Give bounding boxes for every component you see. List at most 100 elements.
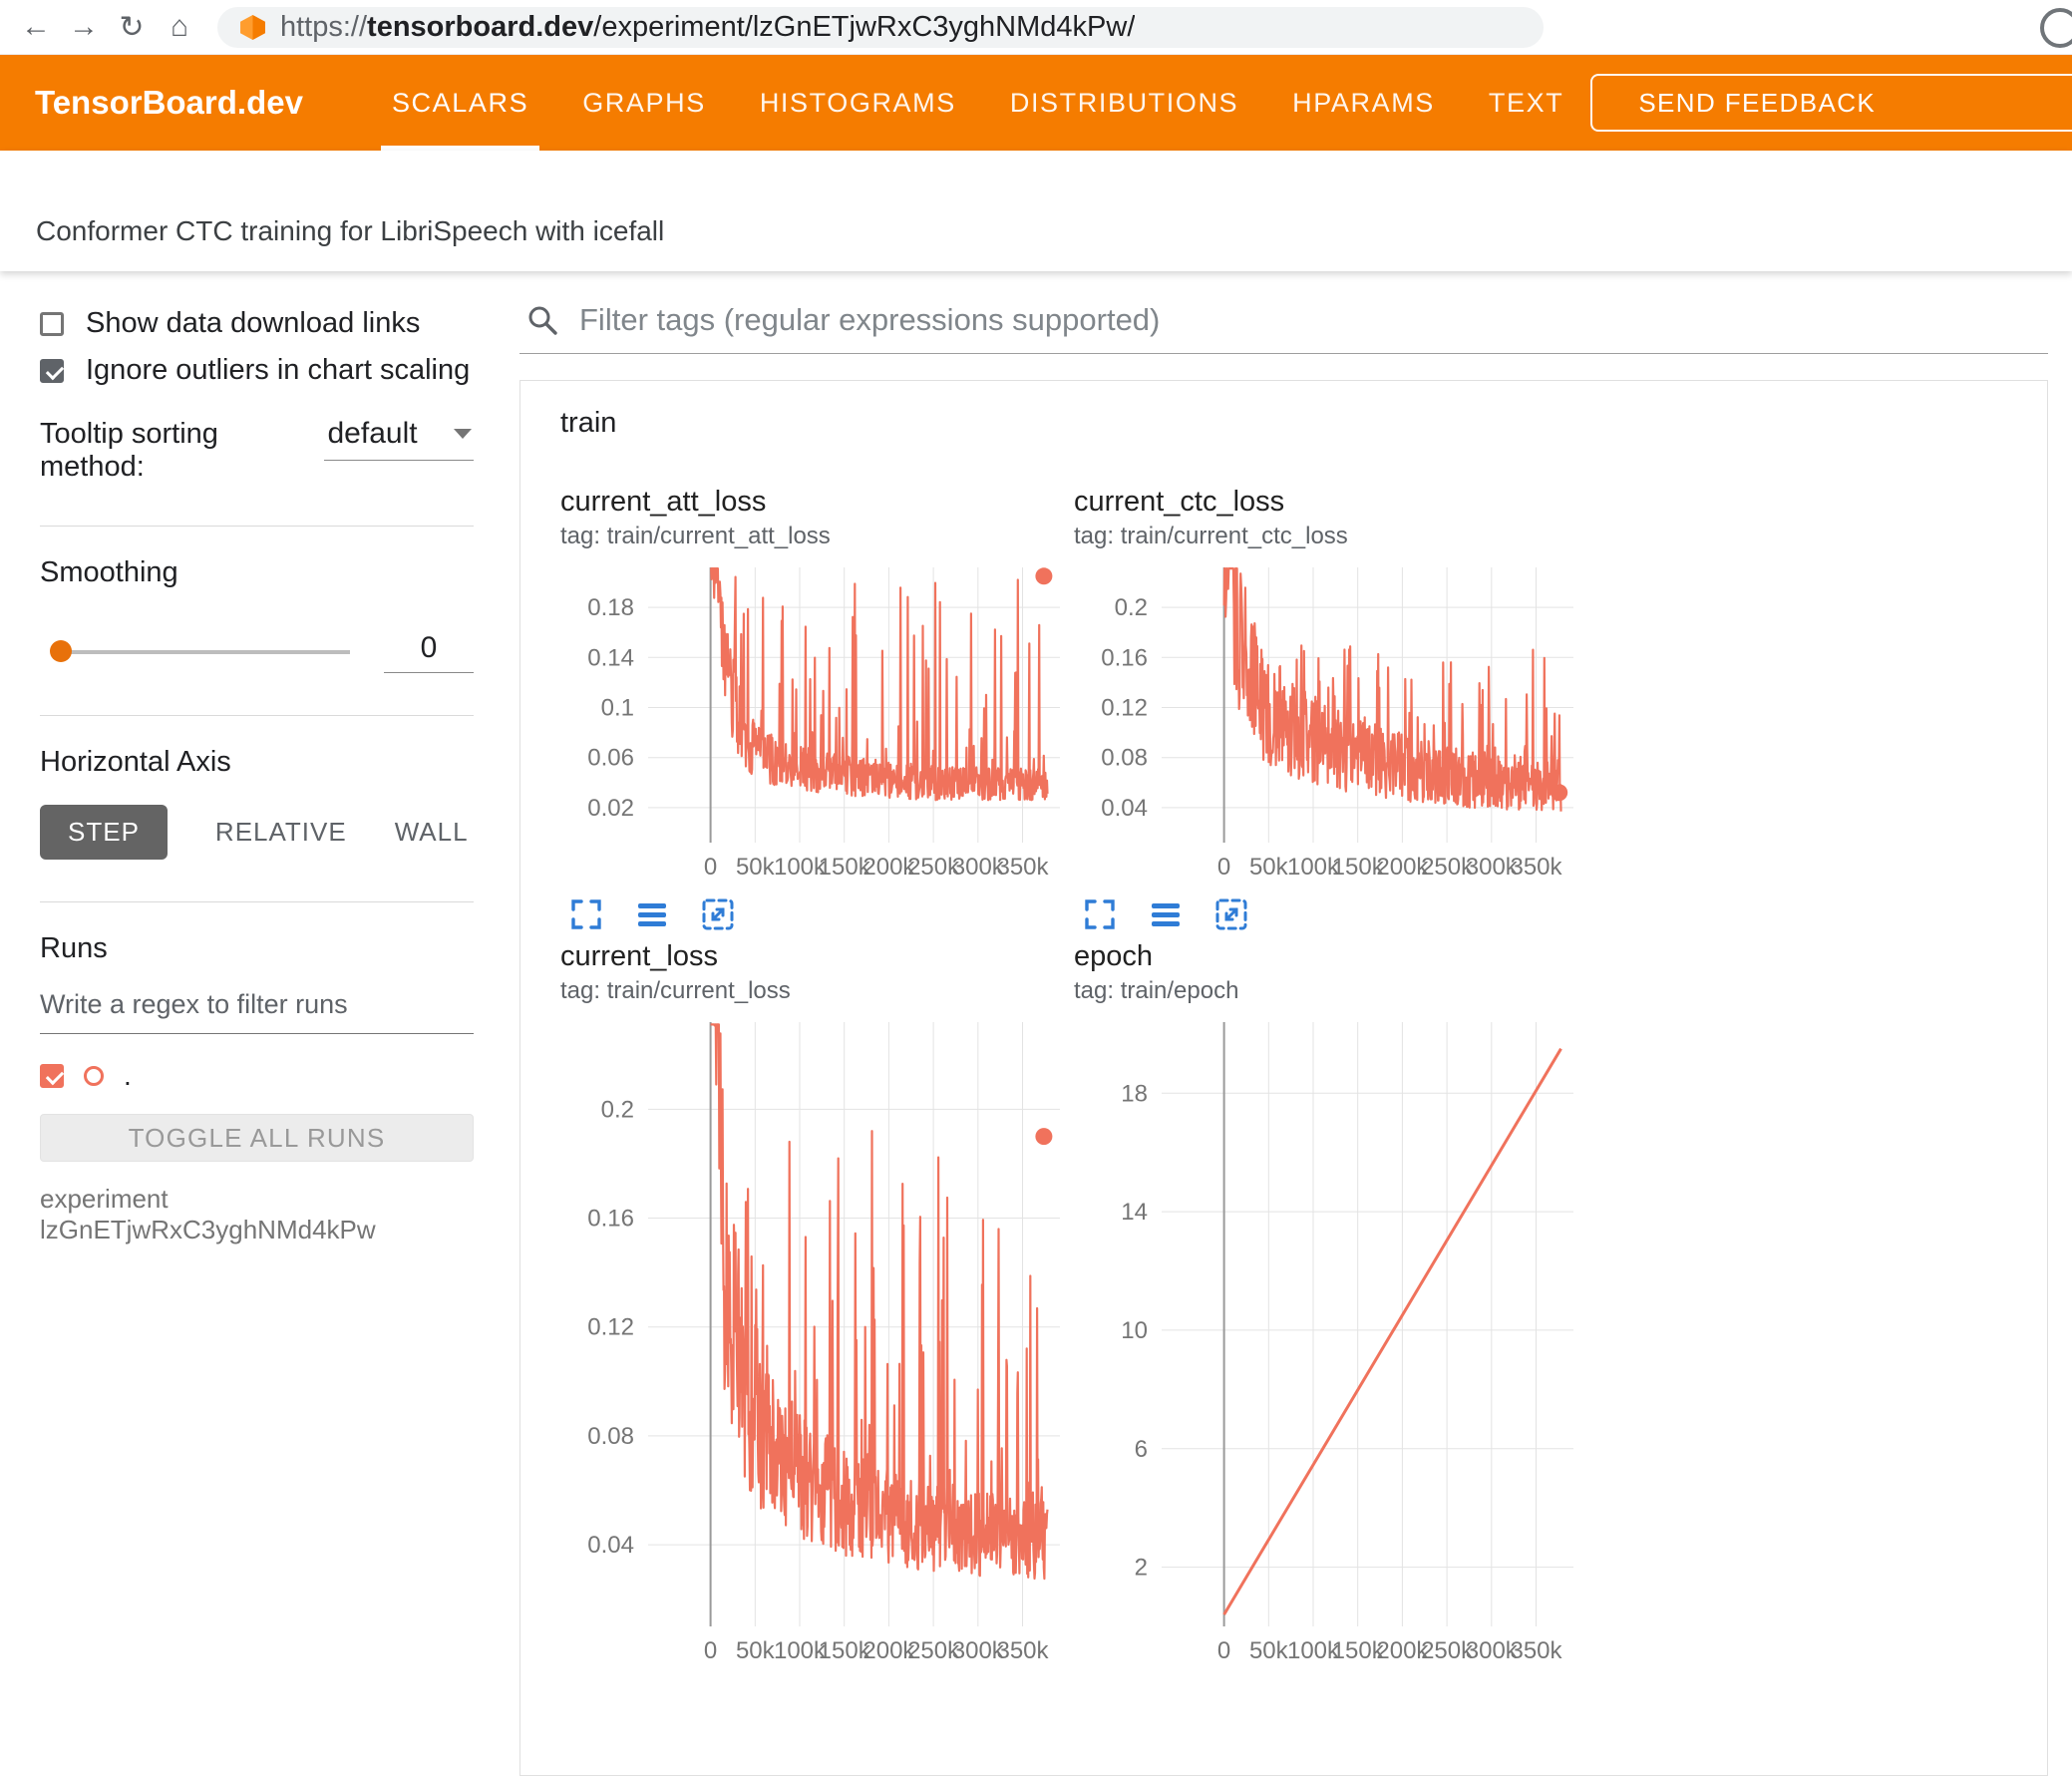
tab-hparams[interactable]: HPARAMS	[1265, 55, 1462, 151]
chart-plot[interactable]: 0 50k 100k150k200k250k300k350k26101418	[1074, 1012, 1587, 1670]
chart-toolbar	[568, 896, 1074, 932]
browser-chrome: ← → ↻ ⌂ https://tensorboard.dev/experime…	[0, 0, 2072, 55]
toggle-all-runs-button[interactable]: TOGGLE ALL RUNS	[40, 1114, 474, 1162]
experiment-title: Conformer CTC training for LibriSpeech w…	[36, 215, 665, 246]
filter-tags-input[interactable]	[577, 301, 2042, 339]
fit-domain-icon[interactable]	[1213, 896, 1249, 932]
reload-icon[interactable]: ↻	[108, 10, 156, 45]
profile-avatar[interactable]	[2040, 8, 2072, 48]
back-icon[interactable]: ←	[12, 10, 60, 44]
show-download-row: Show data download links	[40, 307, 474, 340]
tab-histograms[interactable]: HISTOGRAMS	[733, 55, 983, 151]
settings-sidebar: Show data download links Ignore outliers…	[0, 271, 504, 1661]
axis-relative-button[interactable]: RELATIVE	[215, 805, 347, 860]
run-checkbox[interactable]	[40, 1064, 64, 1088]
svg-text:350k: 350k	[996, 1637, 1049, 1664]
svg-text:0.2: 0.2	[601, 1096, 634, 1123]
log-scale-icon[interactable]	[634, 896, 670, 932]
ignore-outliers-checkbox[interactable]	[40, 358, 64, 383]
chart-plot[interactable]: 0 50k 100k150k200k250k300k350k0.040.080.12…	[1074, 557, 1587, 887]
tab-label: SCALARS	[391, 87, 529, 118]
tooltip-sorting-value: default	[327, 417, 418, 450]
charts-grid: current_att_loss tag: train/current_att_…	[560, 486, 2047, 1670]
show-download-checkbox[interactable]	[40, 311, 64, 336]
tab-distributions[interactable]: DISTRIBUTIONS	[983, 55, 1265, 151]
divider	[40, 901, 474, 902]
runs-label: Runs	[40, 932, 108, 964]
address-bar[interactable]: https://tensorboard.dev/experiment/lzGnE…	[217, 6, 1544, 48]
svg-text:0.04: 0.04	[1101, 795, 1148, 822]
chart-title: current_loss	[560, 940, 718, 972]
svg-text:2: 2	[1135, 1555, 1148, 1582]
divider	[40, 715, 474, 716]
svg-text:6: 6	[1135, 1436, 1148, 1463]
show-download-label: Show data download links	[86, 307, 421, 339]
chart-plot[interactable]: 0 50k 100k150k200k250k300k350k0.040.080.12…	[560, 1012, 1074, 1670]
svg-text:0: 0	[1217, 854, 1230, 881]
chart-plot[interactable]: 0 50k 100k150k200k250k300k350k0.020.060.10…	[560, 557, 1074, 887]
chart-current-att-loss: current_att_loss tag: train/current_att_…	[560, 486, 1074, 940]
svg-text:50k: 50k	[1249, 1637, 1289, 1664]
tooltip-sorting-dropdown[interactable]: default	[323, 417, 474, 461]
smoothing-label: Smoothing	[40, 556, 178, 588]
tab-scalars[interactable]: SCALARS	[365, 55, 555, 151]
chart-title: current_ctc_loss	[1074, 486, 1285, 518]
expand-chart-icon[interactable]	[1082, 896, 1118, 932]
tooltip-sorting-label: Tooltip sorting method:	[40, 418, 218, 483]
smoothing-slider-row: 0	[40, 631, 474, 673]
svg-text:50k: 50k	[736, 1637, 776, 1664]
svg-text:350k: 350k	[1510, 854, 1562, 881]
axis-wall-button[interactable]: WALL	[395, 805, 469, 860]
url-domain: tensorboard.dev	[367, 10, 594, 43]
chart-epoch: epoch tag: train/epoch 0 50k 100k 150k 200k 2…	[1074, 940, 1587, 1670]
experiment-id-label: experiment lzGnETjwRxC3yghNMd4kPw	[40, 1184, 376, 1244]
card-title[interactable]: train	[560, 407, 2047, 440]
svg-text:0.2: 0.2	[1115, 594, 1148, 621]
app-logo: TensorBoard.dev	[35, 84, 303, 121]
run-color-swatch	[84, 1066, 104, 1086]
svg-text:0.06: 0.06	[587, 745, 634, 772]
svg-text:0.16: 0.16	[587, 1206, 634, 1233]
horizontal-axis-label: Horizontal Axis	[40, 746, 231, 778]
app-header: TensorBoard.dev SCALARS GRAPHS HISTOGRAM…	[0, 55, 2072, 151]
send-feedback-button[interactable]: SEND FEEDBACK	[1590, 74, 2072, 132]
svg-text:0.12: 0.12	[1101, 695, 1148, 722]
svg-text:50k: 50k	[736, 854, 776, 881]
url-text: https://tensorboard.dev/experiment/lzGnE…	[280, 11, 1135, 44]
chart-toolbar	[1082, 896, 1587, 932]
chart-tag: tag: train/current_ctc_loss	[1074, 523, 1348, 549]
run-name: .	[124, 1060, 132, 1091]
tooltip-sorting-row: Tooltip sorting method: default	[40, 417, 474, 484]
chart-current-ctc-loss: current_ctc_loss tag: train/current_ctc_…	[1074, 486, 1587, 940]
tensorboard-favicon	[239, 14, 266, 41]
tab-graphs[interactable]: GRAPHS	[555, 55, 733, 151]
log-scale-icon[interactable]	[1148, 896, 1184, 932]
tab-label: HISTOGRAMS	[759, 87, 956, 118]
chart-tag: tag: train/current_loss	[560, 977, 791, 1004]
horizontal-axis-buttons: STEP RELATIVE WALL	[40, 805, 474, 860]
main-nav: SCALARS GRAPHS HISTOGRAMS DISTRIBUTIONS …	[365, 55, 1590, 151]
axis-step-button[interactable]: STEP	[40, 805, 168, 860]
forward-icon[interactable]: →	[60, 10, 108, 44]
tab-label: GRAPHS	[582, 87, 706, 118]
expand-chart-icon[interactable]	[568, 896, 604, 932]
tab-text[interactable]: TEXT	[1462, 55, 1590, 151]
svg-text:0.08: 0.08	[587, 1423, 634, 1450]
svg-text:0.16: 0.16	[1101, 644, 1148, 671]
smoothing-value[interactable]: 0	[384, 631, 474, 673]
tab-label: TEXT	[1488, 87, 1564, 118]
svg-text:14: 14	[1121, 1199, 1148, 1226]
svg-text:0.04: 0.04	[587, 1532, 634, 1559]
slider-thumb[interactable]	[50, 640, 72, 662]
home-icon[interactable]: ⌂	[156, 10, 203, 44]
run-row: .	[40, 1060, 474, 1092]
tab-label: HPARAMS	[1292, 87, 1435, 118]
smoothing-slider[interactable]	[50, 640, 350, 662]
svg-text:0: 0	[704, 854, 717, 881]
chart-tag: tag: train/current_att_loss	[560, 523, 831, 549]
fit-domain-icon[interactable]	[700, 896, 736, 932]
chevron-down-icon	[454, 429, 472, 439]
svg-text:0: 0	[1217, 1637, 1230, 1664]
ignore-outliers-label: Ignore outliers in chart scaling	[86, 354, 471, 386]
runs-filter-input[interactable]	[40, 979, 474, 1034]
